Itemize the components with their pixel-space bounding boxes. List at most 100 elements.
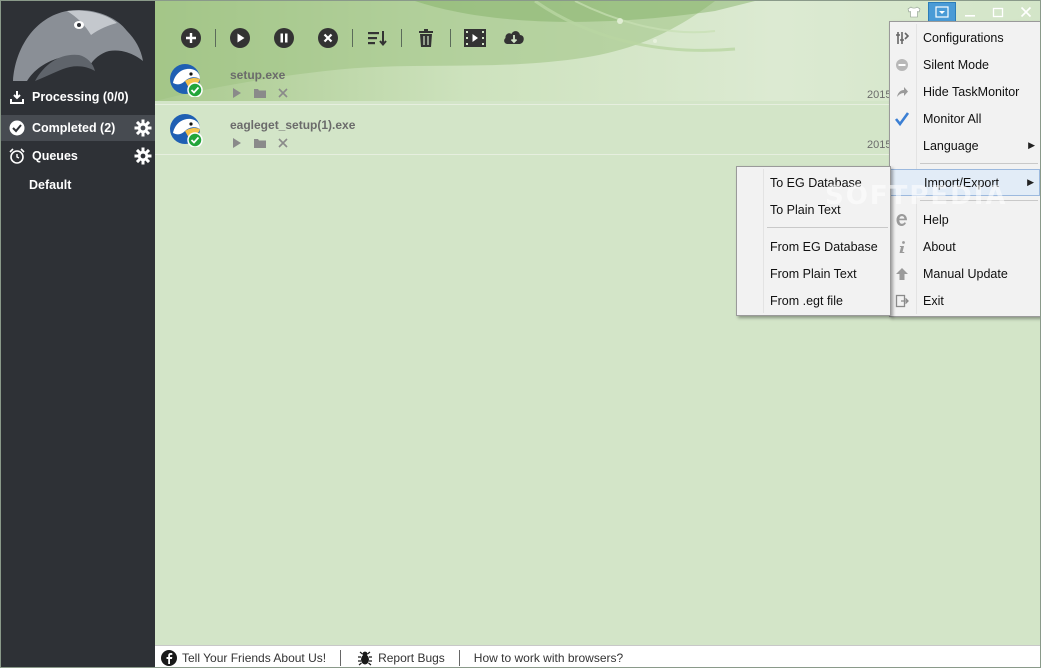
eagleget-file-icon	[170, 114, 203, 147]
submenu-item-from-eg-database[interactable]: From EG Database	[737, 233, 890, 260]
menu-item-label: Exit	[923, 293, 944, 308]
menu-item-silent-mode[interactable]: Silent Mode	[890, 51, 1040, 78]
trash-icon	[419, 29, 433, 47]
play-icon	[230, 28, 250, 48]
sidebar-item-completed[interactable]: Completed (2)	[1, 115, 155, 141]
browsers-help-label: How to work with browsers?	[473, 650, 624, 665]
sort-icon	[368, 31, 387, 47]
statusbar-separator	[340, 649, 342, 666]
menu-item-hide-taskmonitor[interactable]: Hide TaskMonitor	[890, 78, 1040, 105]
menu-button[interactable]	[928, 2, 956, 22]
submenu-arrow-icon: ▶	[1028, 140, 1035, 150]
menu-item-label: Silent Mode	[923, 57, 990, 72]
folder-icon[interactable]	[253, 137, 267, 149]
help-e-icon	[894, 212, 910, 228]
browsers-help-link[interactable]: How to work with browsers?	[470, 651, 637, 665]
pause-icon	[274, 28, 294, 48]
sidebar-item-processing[interactable]: Processing (0/0)	[1, 84, 155, 110]
add-icon	[181, 28, 201, 48]
close-icon[interactable]	[277, 137, 289, 149]
close-button[interactable]	[1012, 2, 1040, 22]
alarm-clock-icon	[8, 147, 26, 165]
toolbar-separator	[215, 29, 216, 47]
menu-item-about[interactable]: About	[890, 233, 1040, 260]
report-bugs-label: Report Bugs	[378, 650, 445, 665]
check-circle-icon	[8, 119, 26, 137]
toolbar-separator	[450, 29, 451, 47]
menu-item-label: About	[923, 239, 956, 254]
start-button[interactable]	[228, 26, 252, 50]
sidebar-item-label: Queues	[32, 149, 78, 163]
tell-friends-link[interactable]: Tell Your Friends About Us!	[155, 649, 340, 666]
menu-item-label: Language	[923, 138, 979, 153]
window-controls	[900, 1, 1040, 23]
submenu-item-from-egt-file[interactable]: From .egt file	[737, 287, 890, 314]
sidebar-item-label: Completed (2)	[32, 121, 116, 135]
statusbar: Tell Your Friends About Us! Report Bugs …	[155, 645, 1040, 667]
video-icon	[464, 29, 486, 47]
eagleget-file-icon	[170, 64, 203, 97]
maximize-button[interactable]	[984, 2, 1012, 22]
menu-item-label: Configurations	[923, 30, 1004, 45]
toolbar	[179, 25, 537, 51]
download-icon	[8, 88, 26, 106]
menu-item-monitor-all[interactable]: Monitor All	[890, 105, 1040, 132]
statusbar-separator	[458, 649, 460, 666]
main-menu: Configurations Silent Mode Hide TaskMoni…	[889, 21, 1040, 317]
up-arrow-icon	[894, 266, 910, 282]
sidebar: Processing (0/0) Completed (2) Queues De…	[1, 1, 155, 667]
video-sniffer-button[interactable]	[463, 26, 487, 50]
submenu-item-from-plain-text[interactable]: From Plain Text	[737, 260, 890, 287]
skin-button[interactable]	[900, 2, 928, 22]
download-actions	[231, 87, 289, 99]
menu-item-label: Hide TaskMonitor	[923, 84, 1020, 99]
gear-icon[interactable]	[134, 119, 152, 137]
softpedia-watermark: SOFTPEDIA	[825, 181, 1008, 211]
menu-item-label: Manual Update	[923, 266, 1008, 281]
bug-icon	[358, 651, 373, 665]
menu-dropdown-icon	[935, 6, 949, 18]
sidebar-queue-default[interactable]: Default	[29, 178, 71, 192]
menu-item-manual-update[interactable]: Manual Update	[890, 260, 1040, 287]
cancel-icon	[318, 28, 338, 48]
play-icon[interactable]	[231, 137, 243, 149]
eagleget-window: Processing (0/0) Completed (2) Queues De…	[0, 0, 1041, 668]
delete-button[interactable]	[414, 26, 438, 50]
folder-icon[interactable]	[253, 87, 267, 99]
pause-button[interactable]	[272, 26, 296, 50]
sidebar-item-queues[interactable]: Queues	[1, 143, 155, 169]
close-icon[interactable]	[277, 87, 289, 99]
gear-icon[interactable]	[134, 147, 152, 165]
tools-icon	[894, 30, 910, 46]
exit-icon	[894, 293, 910, 309]
maximize-icon	[992, 7, 1004, 18]
menu-item-label: From .egt file	[770, 293, 843, 308]
menu-item-language[interactable]: Language ▶	[890, 132, 1040, 159]
close-icon	[1020, 6, 1032, 18]
arrow-icon	[894, 84, 910, 100]
download-filename: setup.exe	[230, 68, 286, 82]
cancel-button[interactable]	[316, 26, 340, 50]
sidebar-item-label: Processing (0/0)	[32, 90, 129, 104]
facebook-icon	[161, 649, 177, 666]
download-date: 2015	[867, 89, 892, 101]
minimize-button[interactable]	[956, 2, 984, 22]
minimize-icon	[965, 15, 975, 17]
checkmark-icon	[894, 111, 910, 127]
info-icon	[894, 239, 910, 255]
toolbar-separator	[401, 29, 402, 47]
download-actions	[231, 137, 289, 149]
cloud-download-icon	[504, 31, 524, 44]
report-bugs-link[interactable]: Report Bugs	[351, 650, 459, 666]
add-button[interactable]	[179, 26, 203, 50]
menu-item-label: Help	[923, 212, 949, 227]
eagle-logo-icon	[13, 9, 143, 81]
menu-item-configurations[interactable]: Configurations	[890, 24, 1040, 51]
play-icon[interactable]	[231, 87, 243, 99]
download-date: 2015	[867, 139, 892, 151]
cloud-download-button[interactable]	[502, 26, 526, 50]
menu-item-exit[interactable]: Exit	[890, 287, 1040, 314]
menu-separator	[767, 227, 888, 228]
sort-button[interactable]	[365, 26, 389, 50]
submenu-arrow-icon: ▶	[1027, 177, 1034, 187]
